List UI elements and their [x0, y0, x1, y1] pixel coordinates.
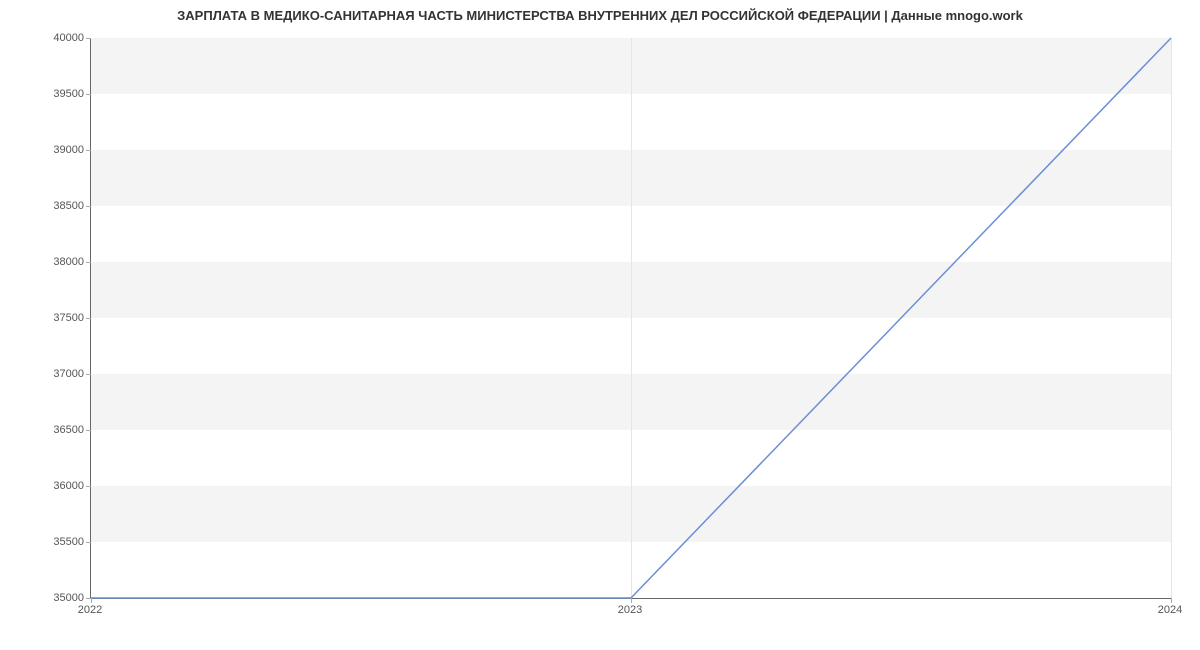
- series-line: [91, 38, 1171, 598]
- y-tick-mark: [86, 206, 91, 207]
- y-tick-label: 36500: [24, 424, 84, 436]
- y-tick-mark: [86, 598, 91, 599]
- y-tick-label: 38000: [24, 256, 84, 268]
- gridline: [1171, 38, 1172, 598]
- y-tick-label: 40000: [24, 32, 84, 44]
- y-tick-label: 35000: [24, 592, 84, 604]
- line-series: [91, 38, 1171, 598]
- y-tick-label: 39500: [24, 88, 84, 100]
- y-tick-mark: [86, 150, 91, 151]
- x-tick-label: 2023: [618, 604, 642, 616]
- y-tick-label: 36000: [24, 480, 84, 492]
- x-tick-mark: [91, 598, 92, 603]
- y-tick-mark: [86, 486, 91, 487]
- chart-title: ЗАРПЛАТА В МЕДИКО-САНИТАРНАЯ ЧАСТЬ МИНИС…: [0, 8, 1200, 23]
- y-tick-label: 39000: [24, 144, 84, 156]
- x-tick-label: 2024: [1158, 604, 1182, 616]
- x-tick-mark: [631, 598, 632, 603]
- y-tick-mark: [86, 94, 91, 95]
- y-tick-mark: [86, 542, 91, 543]
- y-tick-label: 35500: [24, 536, 84, 548]
- y-tick-mark: [86, 430, 91, 431]
- y-tick-label: 37500: [24, 312, 84, 324]
- y-tick-label: 38500: [24, 200, 84, 212]
- y-tick-mark: [86, 318, 91, 319]
- x-tick-mark: [1171, 598, 1172, 603]
- plot-area: [90, 38, 1171, 599]
- y-tick-mark: [86, 374, 91, 375]
- y-tick-label: 37000: [24, 368, 84, 380]
- y-tick-mark: [86, 38, 91, 39]
- x-tick-label: 2022: [78, 604, 102, 616]
- chart-container: ЗАРПЛАТА В МЕДИКО-САНИТАРНАЯ ЧАСТЬ МИНИС…: [0, 0, 1200, 650]
- y-tick-mark: [86, 262, 91, 263]
